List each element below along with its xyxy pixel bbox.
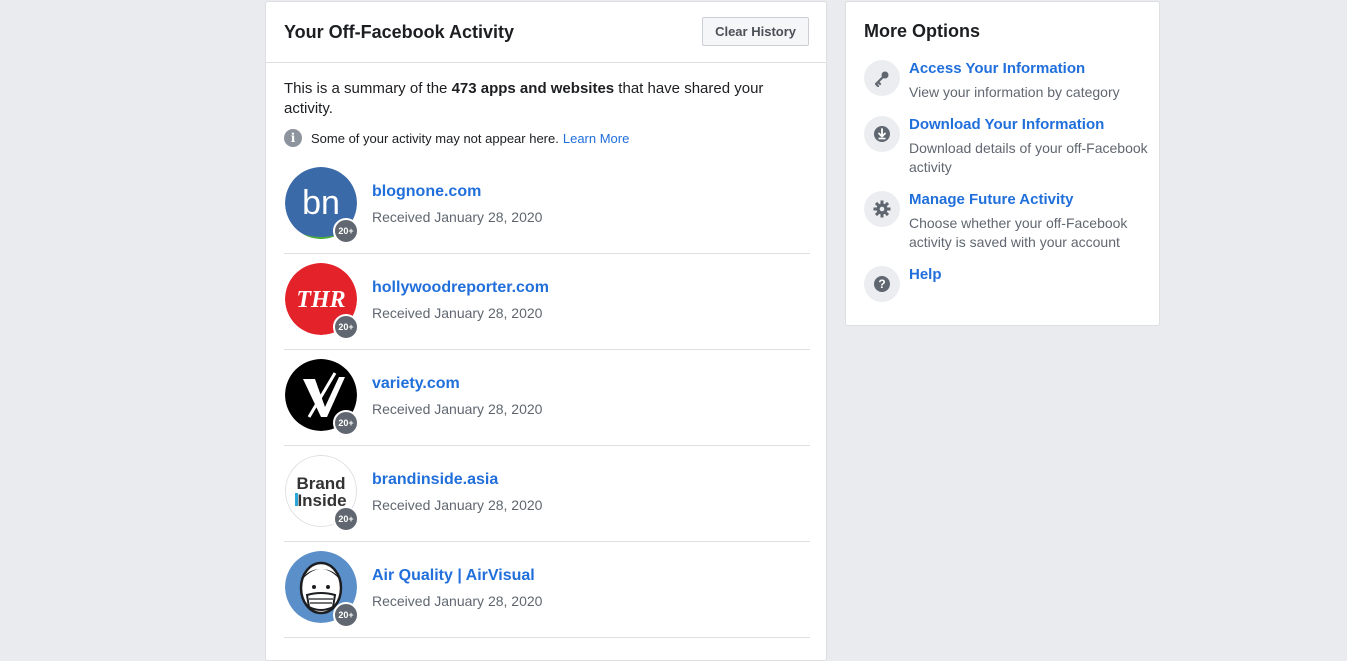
- question-icon: ?: [864, 266, 900, 302]
- more-options-panel: More Options Access Your Information Vie…: [845, 1, 1160, 326]
- off-facebook-activity-panel: Your Off-Facebook Activity Clear History…: [265, 1, 827, 661]
- key-icon: [864, 60, 900, 96]
- more-options-title: More Options: [864, 21, 980, 41]
- activity-date: Received January 28, 2020: [372, 305, 543, 321]
- svg-text:?: ?: [878, 277, 885, 291]
- list-item[interactable]: bn 20+ blognone.com Received January 28,…: [284, 158, 810, 254]
- activity-date: Received January 28, 2020: [372, 209, 543, 225]
- learn-more-link[interactable]: Learn More: [563, 131, 629, 146]
- list-item[interactable]: 20+ Air Quality | AirVisual Received Jan…: [284, 542, 810, 638]
- activity-name[interactable]: brandinside.asia: [372, 471, 498, 489]
- activity-date: Received January 28, 2020: [372, 593, 543, 609]
- access-information-link[interactable]: Access Your Information: [909, 60, 1085, 77]
- page-title: Your Off-Facebook Activity: [284, 22, 515, 42]
- download-information-link[interactable]: Download Your Information: [909, 116, 1104, 133]
- svg-text:THR: THR: [296, 287, 345, 313]
- activity-name[interactable]: blognone.com: [372, 183, 481, 201]
- gear-icon: [864, 191, 900, 227]
- list-item[interactable]: Brand Inside 20+ brandinside.asia Receiv…: [284, 446, 810, 542]
- help-link[interactable]: Help: [909, 266, 942, 283]
- activity-note: i Some of your activity may not appear h…: [284, 129, 629, 147]
- summary-text: This is a summary of the 473 apps and we…: [284, 79, 804, 119]
- activity-date: Received January 28, 2020: [372, 497, 543, 513]
- clear-history-button[interactable]: Clear History: [702, 17, 809, 46]
- panel-header: Your Off-Facebook Activity Clear History: [266, 2, 826, 63]
- summary-prefix: This is a summary of the: [284, 80, 452, 97]
- activity-name[interactable]: Air Quality | AirVisual: [372, 567, 535, 585]
- activity-date: Received January 28, 2020: [372, 401, 543, 417]
- count-badge: 20+: [333, 506, 359, 532]
- count-badge: 20+: [333, 218, 359, 244]
- summary-count: 473 apps and websites: [451, 80, 615, 97]
- manage-future-activity-link[interactable]: Manage Future Activity: [909, 191, 1073, 208]
- download-information-desc: Download details of your off-Facebook ac…: [909, 140, 1148, 175]
- activity-name[interactable]: variety.com: [372, 375, 460, 393]
- svg-text:bn: bn: [302, 184, 340, 222]
- activity-name[interactable]: hollywoodreporter.com: [372, 279, 549, 297]
- count-badge: 20+: [333, 602, 359, 628]
- list-item[interactable]: THR 20+ hollywoodreporter.com Received J…: [284, 254, 810, 350]
- count-badge: 20+: [333, 314, 359, 340]
- note-text: Some of your activity may not appear her…: [311, 130, 559, 146]
- info-icon: i: [284, 129, 302, 147]
- count-badge: 20+: [333, 410, 359, 436]
- access-information-desc: View your information by category: [909, 84, 1120, 100]
- download-icon: [864, 116, 900, 152]
- manage-future-activity-desc: Choose whether your off-Facebook activit…: [909, 215, 1128, 250]
- list-item[interactable]: 20+ variety.com Received January 28, 202…: [284, 350, 810, 446]
- activity-list: bn 20+ blognone.com Received January 28,…: [284, 158, 810, 638]
